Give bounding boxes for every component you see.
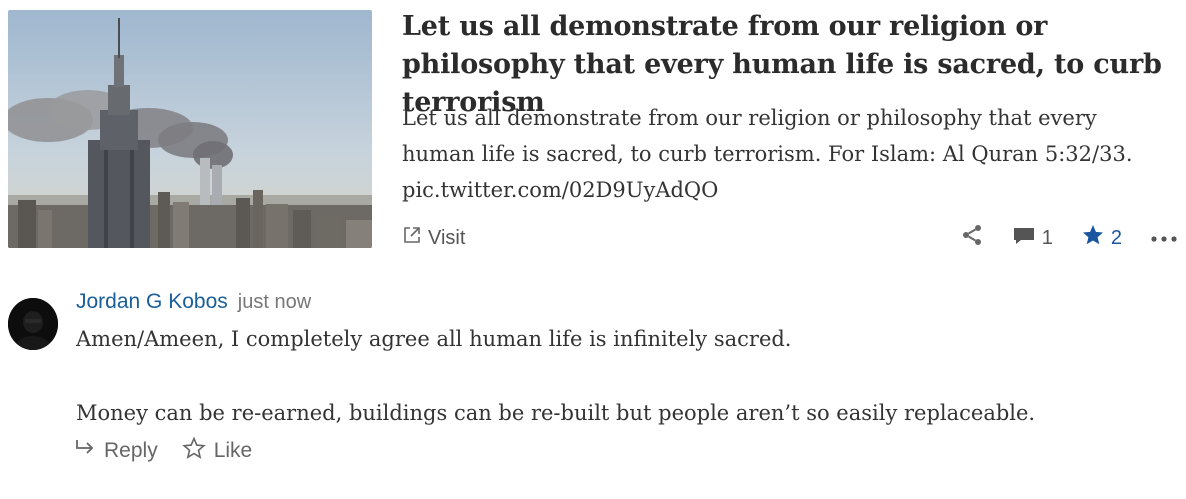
star-count: 2 xyxy=(1110,226,1122,249)
comment-body: Amen/Ameen, I completely agree all human… xyxy=(76,321,1176,432)
comment-paragraph: Amen/Ameen, I completely agree all human… xyxy=(76,327,792,351)
star-outline-icon xyxy=(181,436,206,466)
comment-timestamp: just now xyxy=(237,291,312,313)
comment-icon xyxy=(1012,224,1036,252)
post-thumbnail[interactable] xyxy=(8,10,372,248)
like-button[interactable]: Like xyxy=(181,436,253,466)
external-link-icon xyxy=(402,225,422,251)
reply-button[interactable]: Reply xyxy=(74,438,158,464)
comments-button[interactable]: 1 xyxy=(1012,224,1053,252)
comment-header: Jordan G Kobos just now xyxy=(76,290,311,314)
post-body: Let us all demonstrate from our religion… xyxy=(402,106,1133,202)
star-button[interactable]: 2 xyxy=(1081,223,1122,253)
reply-label: Reply xyxy=(104,439,158,462)
comment-author[interactable]: Jordan G Kobos xyxy=(76,290,228,314)
share-button[interactable] xyxy=(960,223,984,253)
skyline-image xyxy=(8,10,372,248)
like-label: Like xyxy=(213,439,253,462)
share-icon xyxy=(960,223,984,253)
comment-actions: Reply Like xyxy=(74,436,276,466)
comment-paragraph: Money can be re-earned, buildings can be… xyxy=(76,401,1036,425)
more-icon xyxy=(1150,227,1178,250)
visit-link[interactable]: Visit xyxy=(402,224,465,252)
avatar[interactable] xyxy=(8,298,58,350)
visit-label: Visit xyxy=(428,226,466,249)
comment-count: 1 xyxy=(1041,226,1053,249)
star-icon xyxy=(1081,223,1105,253)
reply-icon xyxy=(74,438,96,464)
more-button[interactable] xyxy=(1150,227,1178,250)
post-actions: 1 2 xyxy=(932,222,1178,254)
